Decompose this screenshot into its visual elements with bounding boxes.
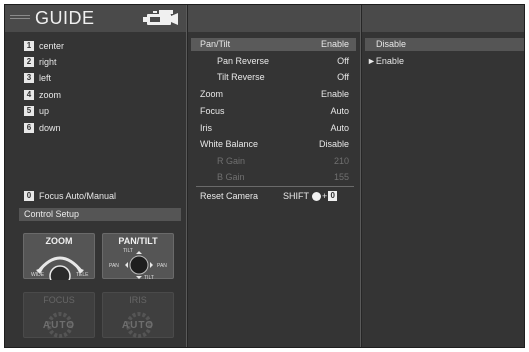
iris-panel: IRIS AUTO	[102, 292, 174, 338]
column-divider-shadow	[361, 5, 362, 347]
number-key-icon: 5	[24, 106, 34, 116]
guide-screen: GUIDE 1 center 2 right 3 left 4 zoom 5 u…	[4, 4, 525, 348]
focus-auto-manual-item[interactable]: 0 Focus Auto/Manual	[24, 189, 116, 203]
pantilt-panel[interactable]: PAN/TILT TILT TILT PAN PAN	[102, 233, 174, 281]
plus-sign: +	[322, 191, 328, 201]
preset-item-up[interactable]: 5 up	[24, 104, 49, 118]
setting-focus[interactable]: Focus	[200, 106, 225, 116]
selection-arrow-icon: ►	[367, 56, 376, 66]
number-key-icon: 1	[24, 41, 34, 51]
number-key-icon: 6	[24, 123, 34, 133]
preset-label: left	[39, 73, 52, 83]
setting-pan-tilt[interactable]: Pan/Tilt	[200, 39, 230, 49]
setting-iris[interactable]: Iris	[200, 123, 212, 133]
joystick-icon	[125, 251, 153, 279]
reset-shortcut: SHIFT + 0	[283, 191, 338, 201]
tilt-bottom-label: TILT	[144, 275, 154, 281]
title-decoration	[10, 15, 30, 19]
setting-value: Enable	[320, 89, 349, 99]
setting-white-balance[interactable]: White Balance	[200, 139, 258, 149]
pan-right-label: PAN	[157, 263, 167, 269]
setting-value: Disable	[318, 139, 349, 149]
setting-zoom[interactable]: Zoom	[200, 89, 223, 99]
preset-label: down	[39, 123, 61, 133]
setting-pan-reverse[interactable]: Pan Reverse	[217, 56, 269, 66]
pan-left-label: PAN	[109, 263, 119, 269]
gear-icon	[47, 312, 73, 338]
setting-value: Enable	[320, 39, 349, 49]
focus-auto-manual-label: Focus Auto/Manual	[39, 191, 117, 201]
setting-value: Off	[337, 56, 349, 66]
setting-value: Auto	[330, 123, 349, 133]
preset-label: center	[39, 41, 65, 51]
focus-panel: FOCUS AUTO	[23, 292, 95, 338]
setting-value: Off	[337, 72, 349, 82]
number-key-icon: 0	[328, 191, 338, 201]
menu-divider	[196, 186, 354, 187]
number-key-icon: 3	[24, 73, 34, 83]
preset-item-zoom[interactable]: 4 zoom	[24, 88, 61, 102]
preset-item-center[interactable]: 1 center	[24, 39, 64, 53]
page-title: GUIDE	[35, 8, 95, 28]
setting-b-gain: B Gain	[217, 172, 245, 182]
shift-key-label: SHIFT	[283, 191, 309, 201]
reset-camera-item[interactable]: Reset Camera	[200, 191, 258, 201]
setting-value: 210	[333, 156, 349, 166]
preset-item-left[interactable]: 3 left	[24, 71, 51, 85]
number-key-icon: 4	[24, 90, 34, 100]
number-key-icon: 0	[24, 191, 34, 201]
zoom-tele-label: TELE	[76, 272, 89, 278]
preset-label: zoom	[39, 90, 62, 100]
option-disable[interactable]: Disable	[376, 39, 406, 49]
video-camera-icon	[143, 10, 178, 25]
preset-item-down[interactable]: 6 down	[24, 121, 61, 135]
button-dot-icon	[312, 191, 321, 201]
setting-r-gain: R Gain	[217, 156, 246, 166]
setting-value: Auto	[330, 106, 349, 116]
preset-item-right[interactable]: 2 right	[24, 55, 57, 69]
control-setup-bar[interactable]: Control Setup	[19, 208, 181, 221]
column-divider-shadow	[187, 5, 188, 347]
number-key-icon: 2	[24, 57, 34, 67]
setting-value: 155	[333, 172, 349, 182]
focus-auto-value: AUTO	[42, 320, 76, 331]
tilt-top-label: TILT	[123, 248, 133, 254]
zoom-wide-label: WIDE	[31, 272, 45, 278]
iris-auto-value: AUTO	[121, 320, 155, 331]
preset-label: up	[39, 106, 50, 116]
zoom-panel[interactable]: ZOOM WIDE TELE	[23, 233, 95, 280]
gear-icon	[126, 312, 152, 338]
setting-tilt-reverse[interactable]: Tilt Reverse	[217, 72, 265, 82]
preset-label: right	[39, 57, 57, 67]
option-enable-label: Enable	[375, 56, 404, 66]
option-enable[interactable]: ►Enable	[367, 56, 404, 66]
